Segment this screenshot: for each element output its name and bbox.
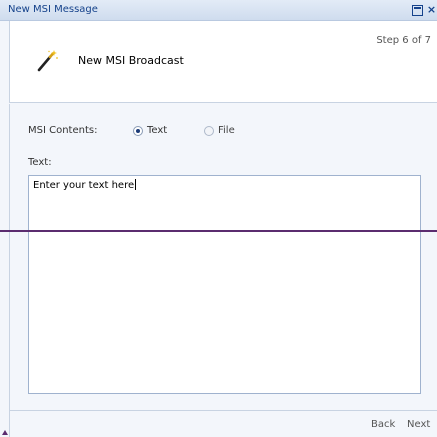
step-indicator: Step 6 of 7 [376, 35, 431, 46]
divider-line [0, 230, 437, 232]
window-title: New MSI Message [8, 4, 98, 15]
maximize-button[interactable] [412, 5, 423, 16]
radio-text-label: Text [147, 125, 168, 136]
wizard-title: New MSI Broadcast [78, 54, 184, 67]
wizard-content: MSI Contents: Text File Text: Enter your… [9, 104, 437, 410]
corner-marker [2, 430, 8, 435]
text-caret [135, 179, 137, 190]
dialog-window: New MSI Message × New MSI Broadcast Step… [0, 0, 437, 437]
wand-icon [37, 50, 58, 72]
back-button[interactable]: Back [371, 419, 395, 430]
wizard-footer: Back Next [9, 410, 437, 437]
wizard-header: New MSI Broadcast Step 6 of 7 [9, 21, 437, 103]
textarea-value: Enter your text here [33, 179, 137, 191]
text-field-label: Text: [28, 157, 52, 168]
radio-unchecked-icon[interactable] [204, 126, 214, 136]
message-textarea[interactable]: Enter your text here [28, 175, 421, 394]
title-bar: New MSI Message × [0, 0, 437, 21]
close-button[interactable]: × [426, 4, 437, 16]
msi-contents-label: MSI Contents: [28, 125, 98, 136]
next-button[interactable]: Next [407, 419, 430, 430]
radio-file-label: File [218, 125, 235, 136]
textarea-text: Enter your text here [33, 180, 135, 191]
radio-checked-icon[interactable] [133, 126, 143, 136]
